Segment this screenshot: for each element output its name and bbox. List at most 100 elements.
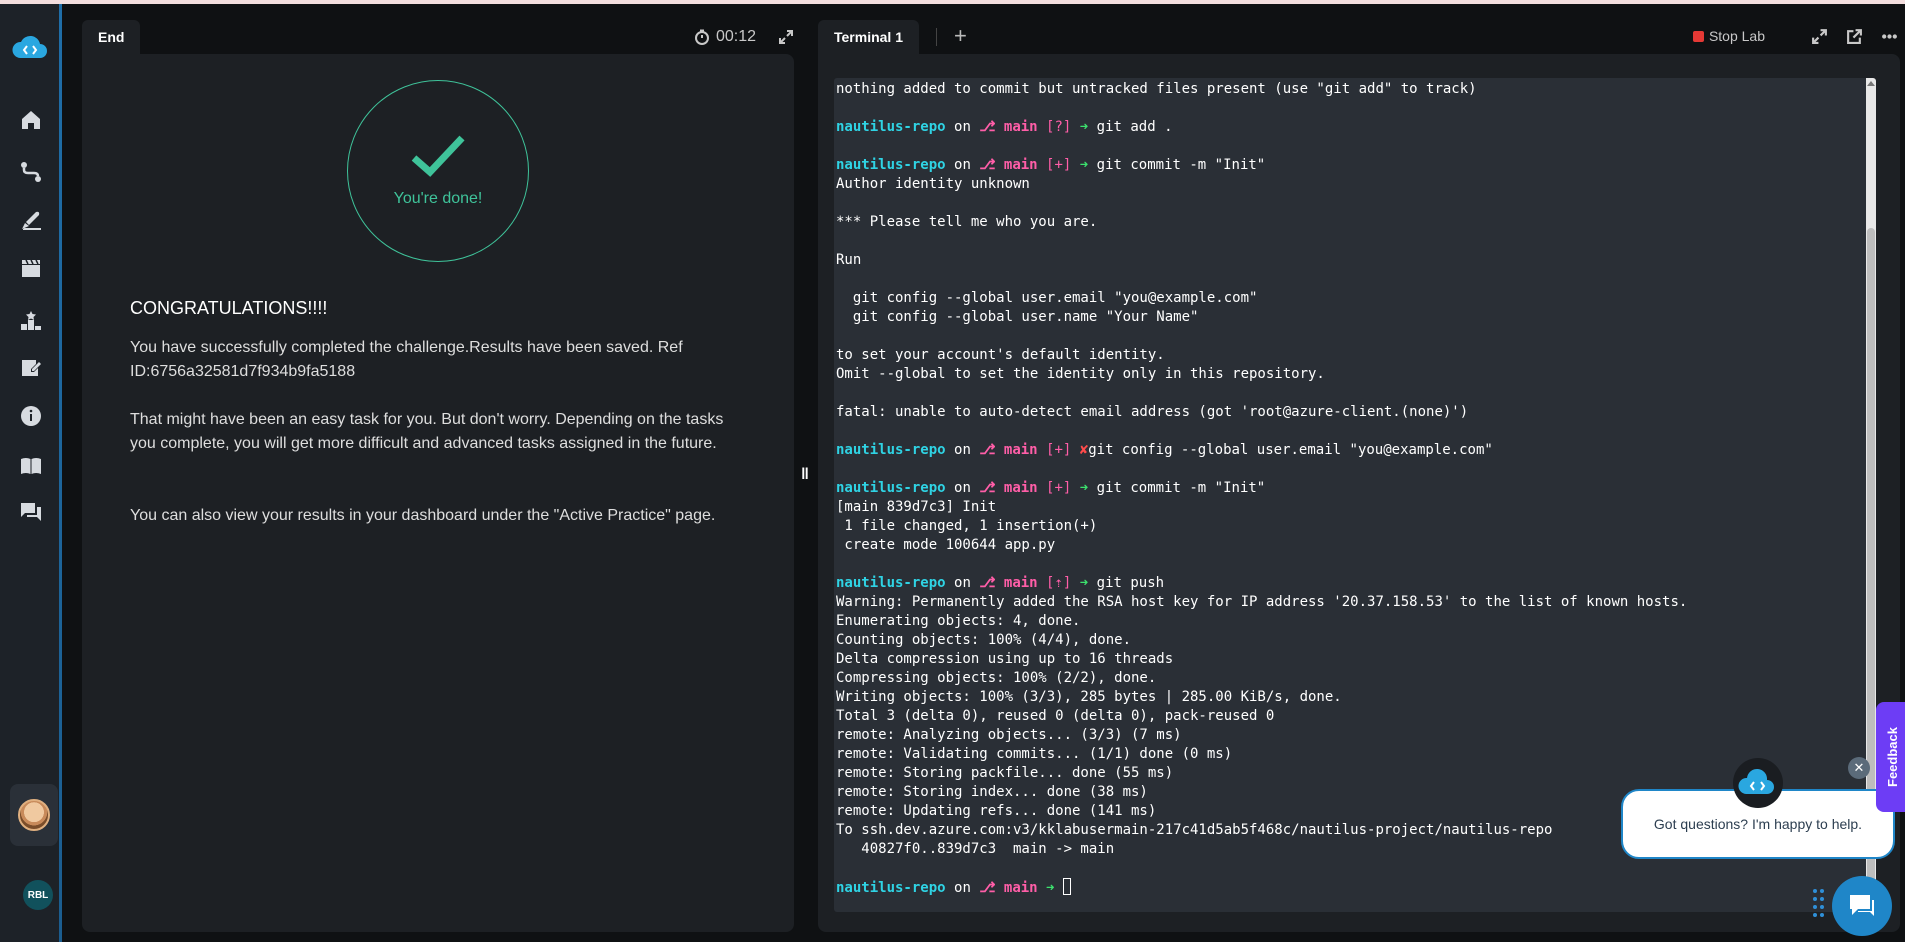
timer-value: 00:12: [715, 28, 756, 45]
feedback-label: Feedback: [1884, 727, 1900, 787]
user-avatar-box[interactable]: [10, 784, 58, 846]
sidebar-item-info[interactable]: [17, 402, 45, 430]
prompt-branch: main: [1003, 157, 1038, 173]
prompt-on: on: [954, 157, 971, 173]
left-expand-button[interactable]: [778, 29, 794, 50]
branch-icon: ⎇: [979, 880, 996, 896]
terminal-scrollbar[interactable]: [1866, 78, 1876, 912]
add-terminal-button[interactable]: +: [954, 23, 967, 49]
result-saved-text: You have successfully completed the chal…: [130, 339, 683, 380]
prompt-branch: main: [1003, 442, 1038, 458]
terminal-output-line: [main 839d7c3] Init: [836, 499, 997, 515]
home-icon: [22, 111, 40, 129]
rocket-icon: [22, 211, 41, 230]
user-initials-badge[interactable]: RBL: [23, 880, 53, 910]
prompt-repo: nautilus-repo: [836, 157, 946, 173]
stop-icon: [1692, 30, 1704, 42]
terminal-output-line: git config --global user.email "you@exam…: [836, 290, 1258, 306]
chatbot-avatar: [1733, 758, 1783, 808]
open-external-icon[interactable]: [1846, 28, 1863, 45]
terminal-cursor: [1062, 878, 1071, 895]
prompt-status: [+]: [1046, 157, 1072, 173]
sidebar-item-paths[interactable]: [17, 158, 45, 186]
prompt-arrow-icon: ➜: [1079, 119, 1089, 135]
tab-terminal-1[interactable]: Terminal 1: [818, 20, 919, 54]
more-options-icon[interactable]: [1881, 28, 1898, 45]
terminal-output-line: Total 3 (delta 0), reused 0 (delta 0), p…: [836, 708, 1275, 724]
sidebar-item-playground[interactable]: [17, 206, 45, 234]
terminal-output-line: Delta compression using up to 16 threads: [836, 651, 1174, 667]
feedback-tab[interactable]: Feedback: [1876, 702, 1905, 812]
terminal-window[interactable]: nothing added to commit but untracked fi…: [834, 78, 1876, 912]
completion-panel: You're done! CONGRATULATIONS!!!! You hav…: [82, 54, 794, 932]
branch-icon: ⎇: [979, 157, 996, 173]
drag-grip-icon[interactable]: [1812, 888, 1826, 918]
terminal-prompt-line: nautilus-repo on ⎇ main [?] ➜ git add .: [836, 118, 1846, 137]
prompt-status: [?]: [1046, 119, 1072, 135]
prompt-arrow-icon: ➜: [1079, 575, 1089, 591]
prompt-command: git commit -m "Init": [1096, 157, 1266, 173]
kodekloud-bot-icon: [1738, 768, 1774, 794]
prompt-repo: nautilus-repo: [836, 442, 946, 458]
scroll-up-icon[interactable]: [1867, 81, 1875, 86]
prompt-on: on: [954, 575, 971, 591]
tab-end[interactable]: End: [82, 20, 141, 54]
terminal-prompt-line: nautilus-repo on ⎇ main [⇡] ➜ git push: [836, 574, 1846, 593]
done-badge: You're done!: [347, 80, 529, 262]
branch-icon: ⎇: [979, 480, 996, 496]
sidebar-item-leaderboard[interactable]: [17, 306, 45, 334]
terminal-output-line: Omit --global to set the identity only i…: [836, 366, 1325, 382]
sidebar-item-community[interactable]: [17, 498, 45, 526]
notes-icon: [22, 360, 41, 376]
terminal-output-line: to set your account's default identity.: [836, 347, 1165, 363]
clapper-icon: [22, 259, 40, 277]
expand-icon[interactable]: [1811, 28, 1828, 45]
terminal-output-line: nothing added to commit but untracked fi…: [836, 81, 1477, 97]
prompt-on: on: [954, 442, 971, 458]
terminal-output-line: fatal: unable to auto-detect email addre…: [836, 404, 1469, 420]
prompt-on: on: [954, 119, 971, 135]
prompt-branch: main: [1003, 575, 1038, 591]
terminal-output-line: remote: Storing packfile... done (55 ms): [836, 765, 1174, 781]
sidebar-nav: RBL: [0, 4, 62, 942]
prompt-branch: main: [1003, 880, 1038, 896]
terminal-output-line: git config --global user.name "Your Name…: [836, 309, 1199, 325]
prompt-on: on: [954, 480, 971, 496]
prompt-repo: nautilus-repo: [836, 119, 946, 135]
close-chat-bubble-button[interactable]: ✕: [1848, 757, 1870, 779]
tab-divider: [936, 28, 937, 46]
prompt-branch: main: [1003, 119, 1038, 135]
panel-splitter-handle[interactable]: ‖: [800, 466, 810, 486]
sidebar-item-docs[interactable]: [17, 452, 45, 480]
sidebar-item-home[interactable]: [17, 106, 45, 134]
terminal-output-line: remote: Validating commits... (1/1) done…: [836, 746, 1233, 762]
open-chat-button[interactable]: [1832, 876, 1892, 936]
right-panel-header: Terminal 1 + Stop Lab: [818, 20, 1898, 54]
terminal-toolbar: [1811, 28, 1898, 45]
difficulty-text: That might have been an easy task for yo…: [130, 411, 724, 452]
prompt-status: [+]: [1046, 480, 1072, 496]
chat-icon: [21, 503, 41, 521]
prompt-arrow-icon: ➜: [1079, 480, 1089, 496]
kodekloud-logo-icon[interactable]: [10, 32, 50, 64]
terminal-prompt-line: nautilus-repo on ⎇ main [+] ➜ git commit…: [836, 156, 1846, 175]
prompt-branch: main: [1003, 480, 1038, 496]
prompt-repo: nautilus-repo: [836, 575, 946, 591]
chat-bubble-icon: [1850, 895, 1874, 916]
terminal-prompt-line: nautilus-repo on ⎇ main [+] ✘git config …: [836, 441, 1846, 460]
sidebar-item-courses[interactable]: [17, 254, 45, 282]
expand-icon: [779, 30, 793, 44]
prompt-on: on: [954, 880, 971, 896]
terminal-output-line: *** Please tell me who you are.: [836, 214, 1098, 230]
stop-lab-button[interactable]: Stop Lab: [1692, 28, 1765, 44]
stop-lab-label: Stop Lab: [1708, 28, 1765, 44]
sidebar-item-notes[interactable]: [17, 354, 45, 382]
info-icon: [21, 406, 41, 426]
